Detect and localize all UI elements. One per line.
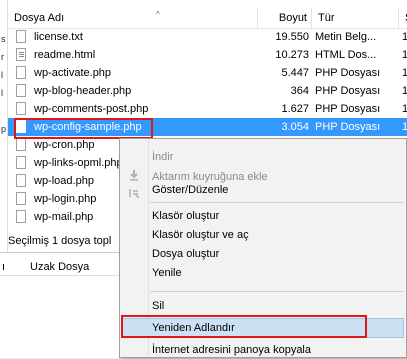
annotation-highlight-rename <box>121 315 367 338</box>
add-to-queue-icon <box>129 189 140 199</box>
php-file-icon <box>16 174 26 187</box>
file-row[interactable]: license.txt 19.550 Metin Belg... 1 <box>8 28 407 46</box>
download-icon <box>130 170 138 181</box>
menu-item-create-file[interactable]: Dosya oluştur <box>152 245 219 263</box>
clipped-text: p <box>1 124 7 134</box>
column-remote-file[interactable]: Uzak Dosya <box>30 261 89 273</box>
menu-item-create-dir[interactable]: Klasör oluştur <box>152 207 219 225</box>
clipped-text: s <box>1 34 6 44</box>
php-file-icon <box>16 66 26 79</box>
menu-separator <box>150 202 404 203</box>
column-modified-header[interactable]: S <box>399 8 407 28</box>
php-file-icon <box>16 210 26 223</box>
column-name-header[interactable]: Dosya Adı ^ <box>8 8 258 28</box>
menu-item-copy-url[interactable]: İnternet adresini panoya kopyala <box>152 341 311 359</box>
file-row[interactable]: wp-blog-header.php 364 PHP Dosyası 1 <box>8 82 407 100</box>
column-local-file[interactable]: ı <box>2 261 5 273</box>
clipped-text: l <box>1 88 3 98</box>
file-row[interactable]: wp-comments-post.php 1.627 PHP Dosyası 1 <box>8 100 407 118</box>
column-size-header[interactable]: Boyut <box>258 8 312 28</box>
status-bar-text: Seçilmiş 1 dosya topl <box>8 235 112 247</box>
html-file-icon <box>16 48 26 61</box>
column-header: Dosya Adı ^ Boyut Tür S <box>8 8 407 29</box>
php-file-icon <box>16 102 26 115</box>
php-file-icon <box>16 138 26 151</box>
php-file-icon <box>16 156 26 169</box>
menu-item-delete[interactable]: Sil <box>152 297 164 315</box>
menu-item-view-edit[interactable]: Göster/Düzenle <box>152 181 228 199</box>
clipped-text: r <box>1 52 4 62</box>
column-type-header[interactable]: Tür <box>312 8 399 28</box>
php-file-icon <box>16 84 26 97</box>
annotation-highlight-file <box>14 118 153 139</box>
local-pane-edge: s r l l p <box>0 0 8 252</box>
sort-ascending-icon: ^ <box>156 10 160 19</box>
clipped-text: l <box>1 70 3 80</box>
context-menu: İndir Aktarım kuyruğuna ekle Göster/Düzenl… <box>119 138 407 358</box>
php-file-icon <box>16 192 26 205</box>
menu-separator <box>150 291 404 292</box>
menu-item-download[interactable]: İndir <box>152 148 173 166</box>
file-row[interactable]: wp-activate.php 5.447 PHP Dosyası 1 <box>8 64 407 82</box>
menu-item-create-dir-enter[interactable]: Klasör oluştur ve aç <box>152 226 249 244</box>
file-row[interactable]: readme.html 10.273 HTML Dos... 1 <box>8 46 407 64</box>
text-file-icon <box>16 30 26 43</box>
menu-item-refresh[interactable]: Yenile <box>152 264 182 282</box>
